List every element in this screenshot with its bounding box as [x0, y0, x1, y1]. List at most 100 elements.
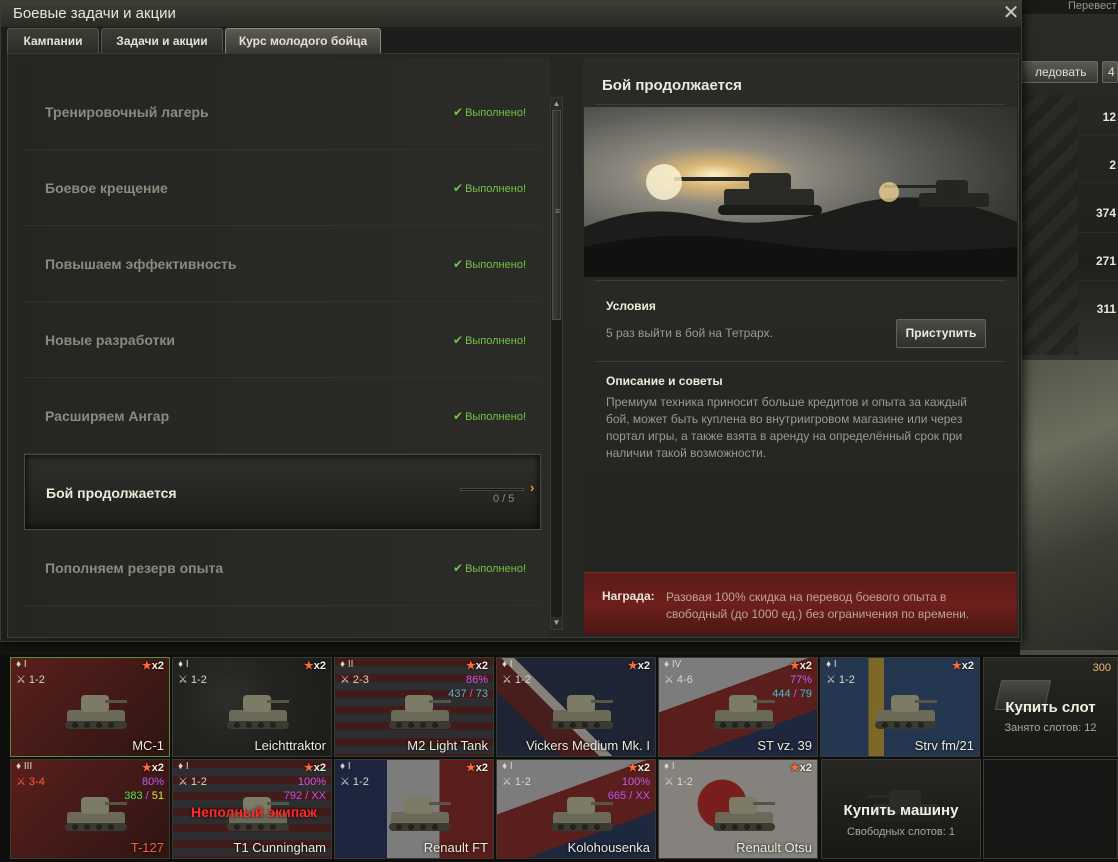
tier-label: I	[185, 659, 189, 670]
tab-recruit-course[interactable]: Курс молодого бойца	[225, 28, 381, 53]
quest-item[interactable]: Новые разработки ✔ Выполнено!	[24, 302, 541, 378]
battle-levels: ⚔ 1-2	[16, 674, 45, 686]
xp-bonus: ★x2	[790, 659, 812, 672]
tank-slot[interactable]: ♦ I ⚔ 1-2 ★x2 МС-1	[10, 657, 170, 757]
battle-levels: ⚔ 1-2	[340, 776, 369, 788]
quest-name: Боевое крещение	[45, 180, 168, 196]
star-icon: ★	[951, 660, 962, 672]
tank-slot[interactable]: ♦ I ⚔ 1-2 ★x2 Vickers Medium Mk. I	[496, 657, 656, 757]
mastery-progress: 100% 665 / XX	[607, 776, 650, 802]
tank-name: Vickers Medium Mk. I	[525, 738, 650, 753]
mastery-progress: 80% 383 / 51	[124, 776, 164, 802]
quest-status: ✔ Выполнено!	[453, 302, 526, 379]
quest-item-selected[interactable]: Бой продолжается 0 / 5 ›	[24, 454, 541, 530]
star-icon: ★	[141, 762, 152, 774]
grip-icon: ≡	[554, 206, 561, 216]
battle-levels: ⚔ 1-2	[178, 674, 207, 686]
scrollbar-thumb[interactable]: ≡	[552, 110, 561, 320]
quest-status: ✔ Выполнено!	[453, 378, 526, 455]
tier-label: I	[23, 659, 27, 670]
tank-slot[interactable]: ♦ I ⚔ 1-2 ★x2 Strv fm/21	[820, 657, 980, 757]
quest-list-scrollbar[interactable]: ▲ ≡ ▼	[550, 97, 563, 630]
tank-tier: ♦ I	[664, 761, 675, 772]
bg-research-button[interactable]: ледовать	[1012, 61, 1098, 83]
tank-tier: ♦ I	[502, 659, 513, 670]
tier-label: I	[509, 659, 513, 670]
quest-item[interactable]: Расширяем Ангар ✔ Выполнено!	[24, 378, 541, 454]
xp-required: XX	[635, 790, 650, 802]
battle-levels: ⚔ 3-4	[16, 776, 45, 788]
quest-name: Бой продолжается	[46, 485, 177, 501]
xp-bonus: ★x2	[142, 761, 164, 774]
quest-item[interactable]: Повышаем эффективность ✔ Выполнено!	[24, 226, 541, 302]
tank-slot[interactable]: ♦ I ⚔ 1-2 ★x2 Renault FT	[334, 759, 494, 859]
quest-item[interactable]: Тренировочный лагерь ✔ Выполнено!	[24, 74, 541, 150]
xp-bonus-label: x2	[799, 762, 812, 774]
star-icon: ★	[627, 762, 638, 774]
tier-label: IV	[671, 659, 682, 670]
mastery-percent: 80%	[141, 776, 164, 788]
battle-levels-label: 1-2	[676, 776, 693, 788]
quest-status-label: Выполнено!	[465, 411, 526, 423]
tank-slot[interactable]: ♦ I ⚔ 1-2 ★x2 100% 792 / XX Неполный экипаж T1…	[172, 759, 332, 859]
tank-tier: ♦ I	[826, 659, 837, 670]
buy-tank-button[interactable]: Купить машину Свободных слотов: 1	[821, 759, 981, 859]
battle-levels: ⚔ 1-2	[502, 674, 531, 686]
tab-tasks[interactable]: Задачи и акции	[101, 28, 223, 53]
tank-slot[interactable]: ♦ I ⚔ 1-2 ★x2 Leichttraktor	[172, 657, 332, 757]
quest-status: ✔ Выполнено!	[453, 226, 526, 303]
xp-bonus-label: x2	[151, 762, 164, 774]
bg-small-button[interactable]: 4	[1102, 61, 1118, 83]
mastery-percent: 100%	[297, 776, 326, 788]
tank-slot[interactable]: ♦ II ⚔ 2-3 ★x2 86% 437 / 73 M2 Light Tank	[334, 657, 494, 757]
divider	[594, 361, 1006, 362]
quest-status-label: Выполнено!	[465, 259, 526, 271]
quest-item[interactable]: Боевое крещение ✔ Выполнено!	[24, 150, 541, 226]
empty-slot	[983, 759, 1118, 859]
quest-item[interactable]: Пополняем резерв опыта ✔ Выполнено!	[24, 530, 541, 606]
tank-name: Renault FT	[423, 840, 488, 855]
quest-name: Новые разработки	[45, 332, 176, 348]
close-icon[interactable]: ✕	[1001, 2, 1021, 24]
tank-icon	[551, 797, 613, 831]
check-icon: ✔	[453, 409, 464, 423]
divider	[594, 280, 1006, 281]
xp-bonus: ★x2	[304, 761, 326, 774]
quest-status-label: Выполнено!	[465, 107, 526, 119]
tier-label: I	[671, 761, 675, 772]
check-icon: ✔	[453, 257, 464, 271]
tier-label: I	[185, 761, 189, 772]
tank-name: МС-1	[132, 738, 164, 753]
tank-slot[interactable]: ♦ III ⚔ 3-4 ★x2 80% 383 / 51 T-127	[10, 759, 170, 859]
quests-window: Боевые задачи и акции ✕ Кампании Задачи …	[0, 0, 1022, 642]
tank-icon	[65, 797, 127, 831]
scroll-up-icon[interactable]: ▲	[551, 98, 562, 110]
quest-status-label: Выполнено!	[465, 563, 526, 575]
xp-bonus: ★x2	[628, 761, 650, 774]
xp-bonus: ★x2	[952, 659, 974, 672]
buy-slot-button[interactable]: 300 Купить слот Занято слотов: 12	[983, 657, 1118, 757]
battle-levels: ⚔ 2-3	[340, 674, 369, 686]
xp-bonus-label: x2	[637, 660, 650, 672]
mastery-percent: 100%	[621, 776, 650, 788]
quest-status-label: Выполнено!	[465, 183, 526, 195]
tier-label: I	[833, 659, 837, 670]
tank-slot[interactable]: ♦ IV ⚔ 4-6 ★x2 77% 444 / 79 ST vz. 39	[658, 657, 818, 757]
bg-stat-value: 2	[1109, 158, 1116, 172]
buy-slot-sub: Занято слотов: 12	[1004, 722, 1097, 734]
battle-levels: ⚔ 1-2	[502, 776, 531, 788]
xp-current: 383	[124, 790, 143, 802]
xp-bonus: ★x2	[304, 659, 326, 672]
tab-campaigns[interactable]: Кампании	[7, 28, 99, 53]
tank-slot[interactable]: ♦ I ⚔ 1-2 ★x2 100% 665 / XX Kolohousenka	[496, 759, 656, 859]
quest-name: Расширяем Ангар	[45, 408, 170, 424]
star-icon: ★	[789, 660, 800, 672]
battle-levels-label: 3-4	[28, 776, 45, 788]
scroll-down-icon[interactable]: ▼	[551, 617, 562, 629]
tank-icon	[65, 695, 127, 729]
tank-slot[interactable]: ♦ I ⚔ 1-2 ★x2 Renault Otsu	[658, 759, 818, 859]
tank-name: Kolohousenka	[567, 840, 650, 855]
start-button[interactable]: Приступить	[896, 319, 986, 348]
quest-name: Тренировочный лагерь	[45, 104, 209, 120]
battle-levels: ⚔ 4-6	[664, 674, 693, 686]
